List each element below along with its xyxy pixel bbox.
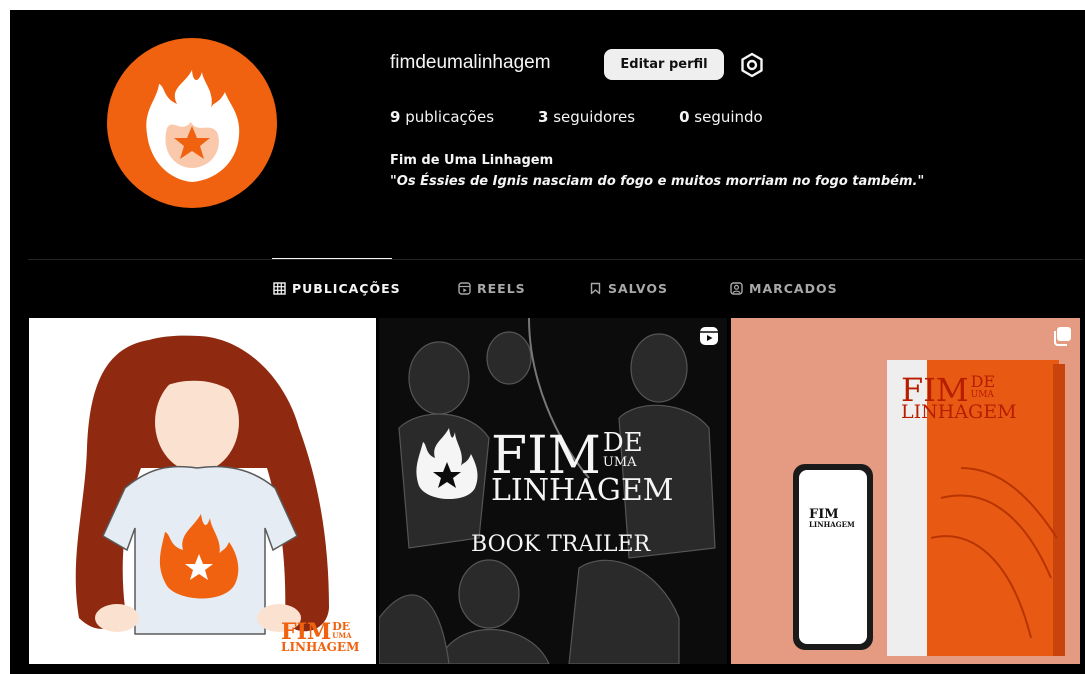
tab-publicacoes[interactable]: PUBLICAÇÕES (273, 281, 401, 296)
post-tile-1[interactable]: FIM DE UMA LINHAGEM (29, 318, 376, 664)
tabs-divider (28, 259, 1083, 260)
post-tile-3[interactable]: FIM DE UMA LINHAGEM FIM LINHAGEM (731, 318, 1080, 664)
posts-stat: 9 publicações (390, 108, 494, 126)
carousel-icon (1052, 326, 1072, 346)
grid-icon (273, 282, 286, 295)
profile-avatar[interactable] (107, 38, 277, 208)
reel-icon (699, 326, 719, 346)
post-tile-2[interactable]: FIM DE UMA LINHAGEM BOOK TRAILER (379, 318, 727, 664)
tab-label: SALVOS (608, 281, 669, 296)
post3-logo-de: DE (970, 372, 996, 391)
profile-bio: "Os Éssies de Ignis nasciam do fogo e mu… (390, 174, 925, 189)
following-count: 0 (679, 108, 690, 126)
followers-label: seguidores (553, 108, 636, 126)
tab-marcados[interactable]: MARCADOS (730, 281, 838, 296)
tab-salvos[interactable]: SALVOS (589, 281, 668, 296)
followers-stat[interactable]: 3 seguidores (538, 108, 635, 126)
post2-logo-uma: UMA (602, 455, 637, 470)
post3-phone-logo-linhagem: LINHAGEM (809, 520, 855, 529)
profile-page: fimdeumalinhagem Editar perfil 9 publica… (10, 10, 1085, 674)
reels-icon (458, 282, 471, 295)
following-stat[interactable]: 0 seguindo (679, 108, 763, 126)
tagged-icon (730, 282, 743, 295)
tab-label: PUBLICAÇÕES (292, 281, 401, 296)
flame-star-logo-icon (146, 70, 240, 182)
profile-stats: 9 publicações 3 seguidores 0 seguindo (390, 108, 807, 126)
post2-subtitle: BOOK TRAILER (471, 532, 651, 557)
edit-profile-button[interactable]: Editar perfil (604, 49, 724, 80)
post-illustration-book-mockup (731, 318, 1080, 664)
posts-label: publicações (405, 108, 495, 126)
post2-logo-linhagem: LINHAGEM (491, 473, 674, 508)
post3-logo-linhagem: LINHAGEM (901, 401, 1017, 423)
active-tab-indicator (272, 258, 392, 259)
post3-logo-uma: UMA (970, 390, 994, 400)
posts-count: 9 (390, 108, 401, 126)
tab-label: REELS (477, 281, 526, 296)
profile-full-name: Fim de Uma Linhagem (390, 153, 554, 168)
following-label: seguindo (694, 108, 763, 126)
bookmark-icon (590, 282, 601, 295)
settings-icon[interactable] (737, 50, 767, 80)
profile-username: fimdeumalinhagem (390, 52, 551, 73)
followers-count: 3 (538, 108, 549, 126)
tab-reels[interactable]: REELS (458, 281, 526, 296)
post2-logo-de: DE (602, 428, 643, 458)
post-illustration-girl-shirt (75, 335, 329, 635)
post1-logo-linhagem: LINHAGEM (281, 640, 360, 654)
post1-logo-uma: UMA (332, 631, 352, 640)
tab-label: MARCADOS (749, 281, 838, 296)
